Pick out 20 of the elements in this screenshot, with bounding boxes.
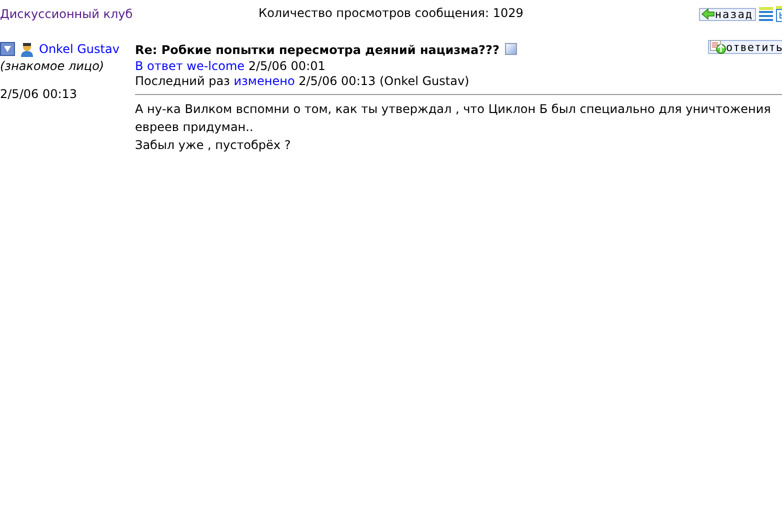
user-icon — [20, 42, 34, 56]
post-title: Re: Робкие попытки пересмотра деяний нацизма??? — [135, 43, 500, 57]
back-button[interactable]: назад — [698, 8, 756, 20]
document-icon — [505, 43, 518, 55]
edited-link[interactable]: изменено — [234, 74, 295, 88]
message-paragraph: А ну-ка Вилком вспомни о том, как ты утверждал , что Циклон Б был специально для уничтожения евреев придуман.. — [135, 101, 772, 136]
edited-line: Последний раз изменено 2/5/06 00:13 (Onkel Gustav) — [135, 74, 470, 89]
author-status: (знакомое лицо) — [0, 59, 106, 73]
left-arrow-icon — [700, 8, 715, 20]
view-count: Количество просмотров сообщения: 1029 — [258, 6, 524, 20]
reply-to-line: В ответ we-lcome 2/5/06 00:01 — [135, 59, 326, 74]
user-link[interactable]: we-lcome — [186, 59, 245, 73]
reply-to-link[interactable]: В ответ — [135, 59, 183, 73]
list-view-icon[interactable] — [759, 7, 773, 21]
message-paragraph: Забыл уже , пустобрёх ? — [135, 137, 292, 154]
reply-button[interactable]: ответить — [708, 40, 782, 54]
post-time: 2/5/06 00:13 — [0, 87, 78, 101]
author-link[interactable]: Onkel Gustav — [39, 42, 120, 56]
forum-link[interactable]: Дискуссионный клуб — [0, 7, 133, 21]
reply-icon — [710, 40, 726, 54]
